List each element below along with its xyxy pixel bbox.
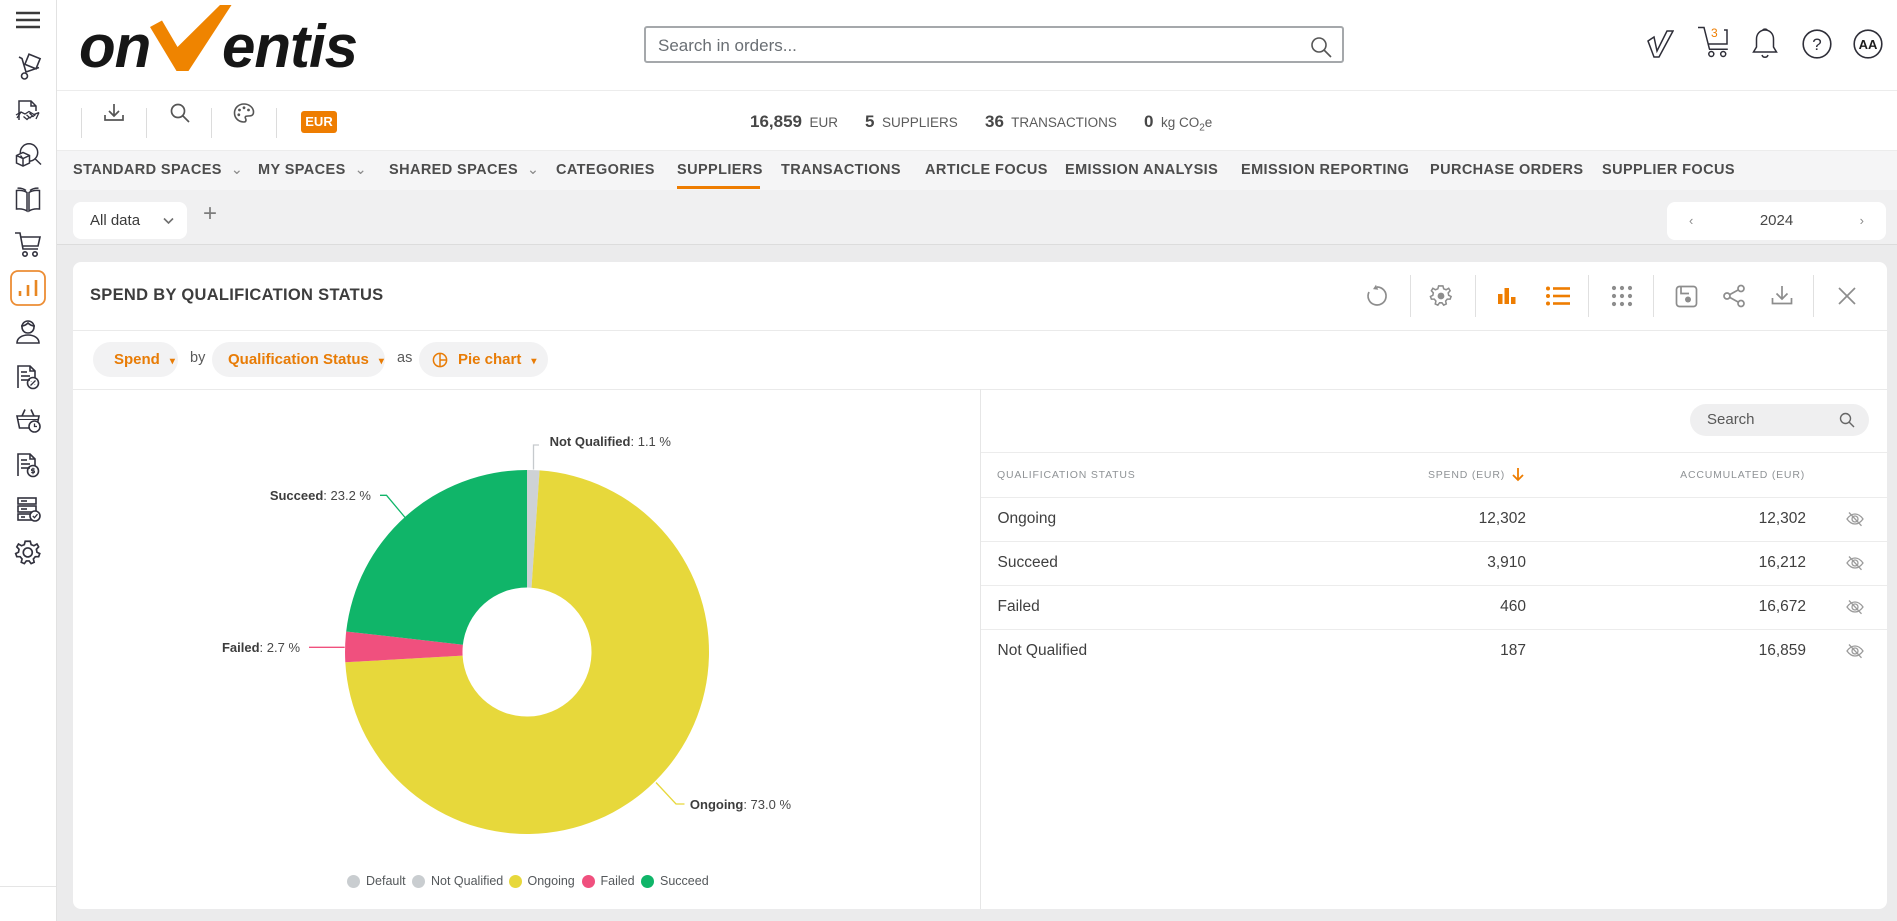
svg-text:AA: AA — [1859, 37, 1878, 52]
svg-text:3: 3 — [1711, 26, 1718, 40]
svg-text:?: ? — [1812, 35, 1821, 54]
